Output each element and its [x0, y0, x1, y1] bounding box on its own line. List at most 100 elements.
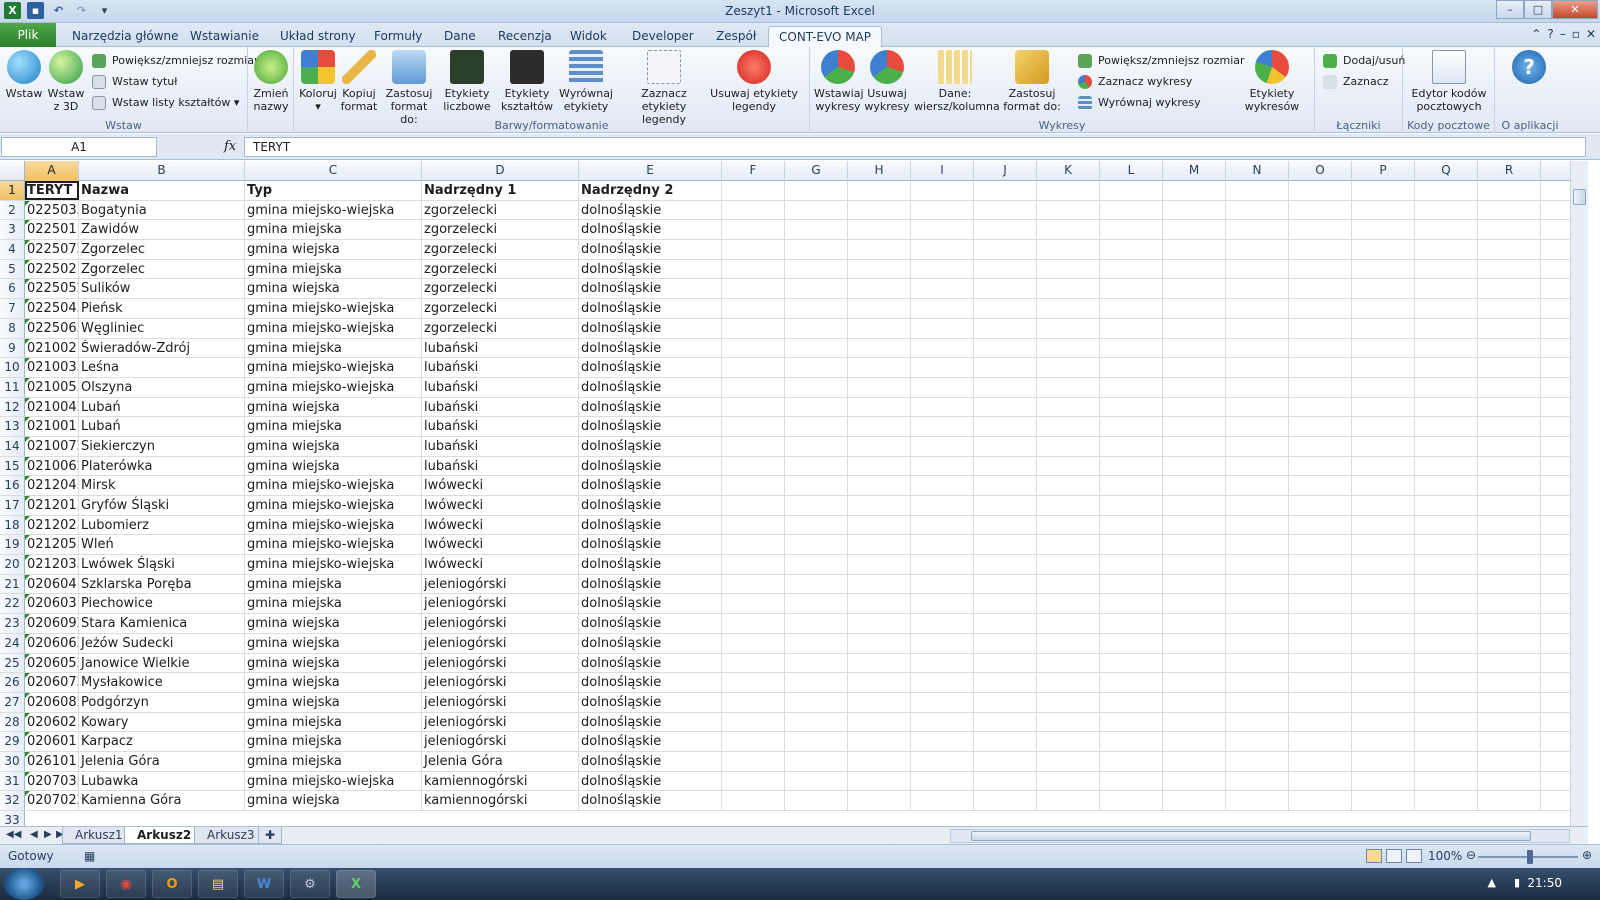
cell-c4[interactable]: gmina wiejska: [245, 240, 422, 259]
row-header[interactable]: 10: [0, 358, 25, 377]
cell-c9[interactable]: gmina miejska: [245, 338, 422, 358]
cell-g14[interactable]: [785, 436, 848, 456]
cell-i26[interactable]: [911, 673, 974, 692]
shape-labels-button[interactable]: Etykiety kształtów: [498, 50, 556, 113]
cell-f26[interactable]: [722, 673, 785, 692]
cell-e6[interactable]: dolnośląskie: [579, 279, 722, 299]
cell-r7[interactable]: [1478, 299, 1541, 318]
cell-i16[interactable]: [911, 476, 974, 495]
cell-r23[interactable]: [1478, 614, 1541, 633]
cell-o31[interactable]: [1289, 771, 1352, 791]
cell-p19[interactable]: [1352, 535, 1415, 555]
cell-k5[interactable]: [1037, 259, 1100, 279]
row-header[interactable]: 6: [0, 279, 25, 299]
fx-icon[interactable]: fx: [224, 139, 236, 154]
cell-a20[interactable]: 0212033: [25, 555, 79, 574]
cell-r9[interactable]: [1478, 338, 1541, 358]
cell-g3[interactable]: [785, 220, 848, 240]
cell-b15[interactable]: Platerówka: [79, 456, 245, 476]
cell-q16[interactable]: [1415, 476, 1478, 495]
apply-format-button[interactable]: Zastosuj format do:: [382, 50, 436, 126]
cell-d22[interactable]: jeleniogórski: [422, 594, 579, 614]
cell-l32[interactable]: [1100, 791, 1163, 810]
cell-c32[interactable]: gmina wiejska: [245, 791, 422, 810]
row-header[interactable]: 2: [0, 200, 25, 220]
cell-q3[interactable]: [1415, 220, 1478, 240]
cell-c11[interactable]: gmina miejsko-wiejska: [245, 377, 422, 397]
cell-q25[interactable]: [1415, 653, 1478, 673]
cell-b30[interactable]: Jelenia Góra: [79, 751, 245, 771]
column-header-i[interactable]: I: [911, 161, 974, 181]
name-box[interactable]: A1: [1, 137, 157, 157]
cell-g5[interactable]: [785, 259, 848, 279]
cell-j4[interactable]: [974, 240, 1037, 259]
postal-code-editor-button[interactable]: Edytor kodów pocztowych: [1405, 50, 1493, 113]
row-header[interactable]: 30: [0, 751, 25, 771]
cell-q29[interactable]: [1415, 732, 1478, 751]
cell-n20[interactable]: [1226, 555, 1289, 574]
cell-n6[interactable]: [1226, 279, 1289, 299]
cell-i21[interactable]: [911, 574, 974, 594]
cell-g32[interactable]: [785, 791, 848, 810]
cell-q10[interactable]: [1415, 358, 1478, 377]
cell-a25[interactable]: 0206052: [25, 653, 79, 673]
start-button-icon[interactable]: [4, 868, 44, 900]
vertical-scrollbar[interactable]: [1570, 161, 1588, 826]
cell-c1[interactable]: Typ: [245, 181, 422, 200]
cell-c21[interactable]: gmina miejska: [245, 574, 422, 594]
tray-arrow-icon[interactable]: ▲: [1488, 876, 1496, 889]
cell-f4[interactable]: [722, 240, 785, 259]
cell-i9[interactable]: [911, 338, 974, 358]
cell-d27[interactable]: jeleniogórski: [422, 692, 579, 712]
cell-r29[interactable]: [1478, 732, 1541, 751]
cell-e17[interactable]: dolnośląskie: [579, 496, 722, 515]
cell-a10[interactable]: 0210033: [25, 358, 79, 377]
column-header-m[interactable]: M: [1163, 161, 1226, 181]
cell-i31[interactable]: [911, 771, 974, 791]
cell-k6[interactable]: [1037, 279, 1100, 299]
cell-g2[interactable]: [785, 200, 848, 220]
cell-r26[interactable]: [1478, 673, 1541, 692]
cell-p26[interactable]: [1352, 673, 1415, 692]
cell-p4[interactable]: [1352, 240, 1415, 259]
cell-d17[interactable]: lwówecki: [422, 496, 579, 515]
cell-a8[interactable]: 0225063: [25, 318, 79, 338]
cell-n24[interactable]: [1226, 633, 1289, 653]
cell-f7[interactable]: [722, 299, 785, 318]
cell-c6[interactable]: gmina wiejska: [245, 279, 422, 299]
cell-a31[interactable]: 0207033: [25, 771, 79, 791]
cell-j26[interactable]: [974, 673, 1037, 692]
row-header[interactable]: 11: [0, 377, 25, 397]
cell-r20[interactable]: [1478, 555, 1541, 574]
cell-m11[interactable]: [1163, 377, 1226, 397]
cell-p20[interactable]: [1352, 555, 1415, 574]
tab-insert[interactable]: Wstawianie: [180, 26, 269, 47]
cell-g29[interactable]: [785, 732, 848, 751]
cell-j24[interactable]: [974, 633, 1037, 653]
cell-l28[interactable]: [1100, 712, 1163, 732]
cell-m31[interactable]: [1163, 771, 1226, 791]
cell-i15[interactable]: [911, 456, 974, 476]
word-icon[interactable]: W: [244, 870, 284, 898]
cell-b23[interactable]: Stara Kamienica: [79, 614, 245, 633]
cell-p3[interactable]: [1352, 220, 1415, 240]
cell-n4[interactable]: [1226, 240, 1289, 259]
cell-a11[interactable]: 0210053: [25, 377, 79, 397]
cell-l23[interactable]: [1100, 614, 1163, 633]
cell-j10[interactable]: [974, 358, 1037, 377]
cell-c5[interactable]: gmina miejska: [245, 259, 422, 279]
cell-e9[interactable]: dolnośląskie: [579, 338, 722, 358]
cell-h4[interactable]: [848, 240, 911, 259]
cell-n15[interactable]: [1226, 456, 1289, 476]
cell-g25[interactable]: [785, 653, 848, 673]
cell-d2[interactable]: zgorzelecki: [422, 200, 579, 220]
page-break-view-button[interactable]: [1406, 849, 1422, 863]
cell-c3[interactable]: gmina miejska: [245, 220, 422, 240]
cell-m10[interactable]: [1163, 358, 1226, 377]
cell-l25[interactable]: [1100, 653, 1163, 673]
cell-c28[interactable]: gmina miejska: [245, 712, 422, 732]
row-header[interactable]: 7: [0, 299, 25, 318]
cell-c12[interactable]: gmina wiejska: [245, 397, 422, 417]
vertical-scroll-thumb[interactable]: [1573, 189, 1586, 205]
column-header-n[interactable]: N: [1226, 161, 1289, 181]
